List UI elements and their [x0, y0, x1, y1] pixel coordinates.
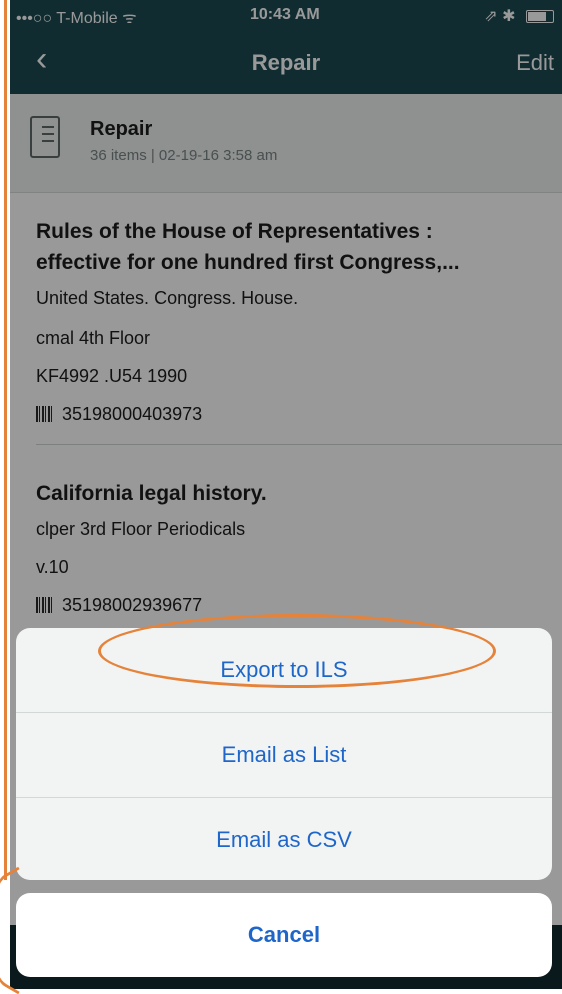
email-as-list-button[interactable]: Email as List: [16, 713, 552, 798]
cancel-button[interactable]: Cancel: [16, 893, 552, 977]
annotation-edge: [0, 0, 10, 989]
annotation-line: [4, 0, 7, 880]
annotation-ellipse: [98, 614, 496, 688]
email-as-csv-button[interactable]: Email as CSV: [16, 798, 552, 880]
